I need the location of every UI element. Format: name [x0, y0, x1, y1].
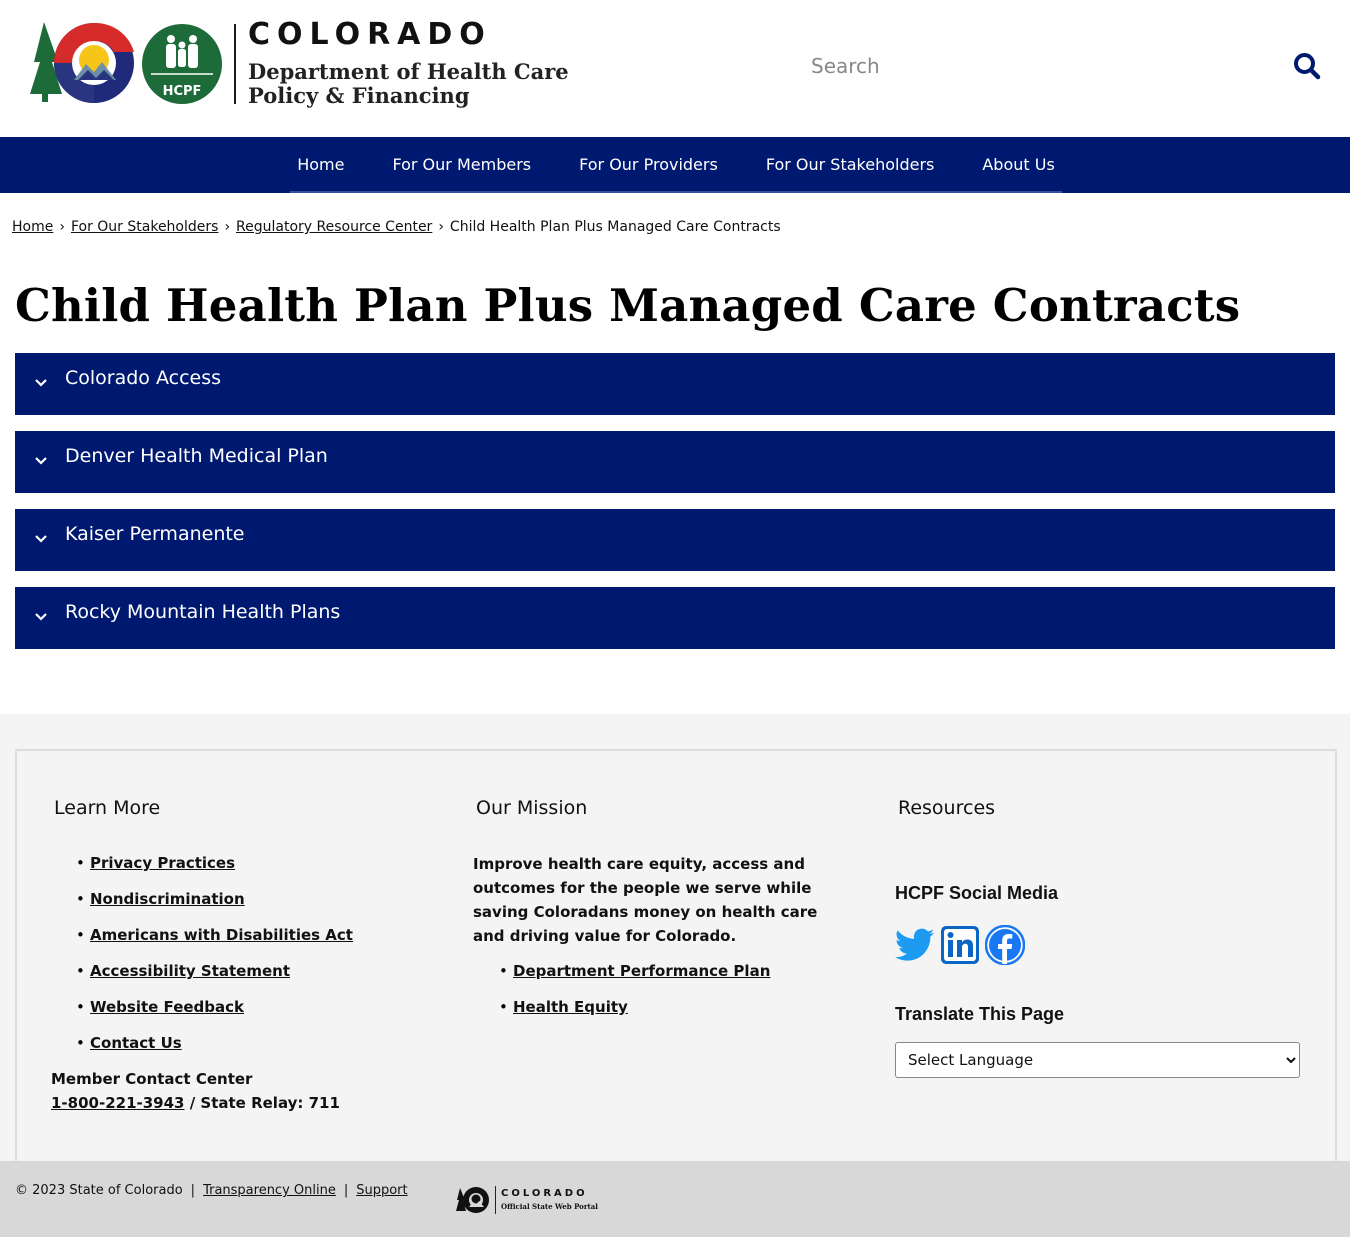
site-header: HCPF COLORADO Department of Health Care … — [0, 0, 1350, 137]
nav-item-stakeholders[interactable]: For Our Stakeholders — [742, 137, 959, 191]
bottom-bar — [0, 1161, 1350, 1237]
phone-link[interactable]: 1-800-221-3943 — [51, 1094, 184, 1112]
breadcrumb-link-home[interactable]: Home — [12, 219, 53, 235]
search-input[interactable] — [800, 44, 1282, 88]
resources-heading: Resources — [898, 797, 996, 819]
learn-more-heading: Learn More — [54, 797, 161, 819]
list-item: Health Equity — [499, 994, 770, 1030]
portal-state-name: COLORADO — [501, 1188, 588, 1199]
main-nav-items: Home For Our Members For Our Providers F… — [290, 137, 1062, 193]
page-title: Child Health Plan Plus Managed Care Cont… — [15, 279, 1241, 332]
link-contact-us[interactable]: Contact Us — [90, 1034, 182, 1052]
separator: | — [343, 1183, 349, 1198]
portal-subtitle: Official State Web Portal — [501, 1202, 598, 1211]
copyright-text: © 2023 State of Colorado — [15, 1183, 183, 1198]
breadcrumb-link-stakeholders[interactable]: For Our Stakeholders — [71, 219, 218, 235]
nav-item-home[interactable]: Home — [273, 137, 368, 191]
contact-phone-line: 1-800-221-3943 / State Relay: 711 — [51, 1091, 340, 1115]
accordion-label: Colorado Access — [65, 367, 222, 389]
list-item: Privacy Practices — [76, 850, 353, 886]
hcpf-logo-icon[interactable]: HCPF — [141, 23, 223, 105]
accordion-item-kaiser[interactable]: Kaiser Permanente — [15, 509, 1335, 571]
breadcrumb-separator: › — [224, 219, 231, 235]
chevron-down-icon — [35, 613, 47, 621]
breadcrumb-link-regulatory[interactable]: Regulatory Resource Center — [236, 219, 432, 235]
breadcrumb-current: Child Health Plan Plus Managed Care Cont… — [449, 219, 781, 235]
portal-divider — [495, 1186, 496, 1214]
search-icon — [1294, 52, 1321, 79]
nav-item-about[interactable]: About Us — [958, 137, 1078, 191]
nav-item-members[interactable]: For Our Members — [368, 137, 555, 191]
breadcrumb: Home › For Our Stakeholders › Regulatory Res… — [12, 219, 781, 235]
separator: | — [190, 1183, 196, 1198]
link-website-feedback[interactable]: Website Feedback — [90, 998, 244, 1016]
twitter-icon[interactable] — [895, 925, 935, 965]
learn-more-links: Privacy Practices Nondiscrimination Amer… — [76, 850, 353, 1066]
chevron-down-icon — [35, 379, 47, 387]
language-select[interactable]: Select Language — [895, 1042, 1300, 1078]
member-contact-center: Member Contact Center 1-800-221-3943 / S… — [51, 1067, 340, 1115]
state-portal-logo-icon[interactable] — [454, 1185, 490, 1215]
link-ada[interactable]: Americans with Disabilities Act — [90, 926, 353, 944]
accordion-item-colorado-access[interactable]: Colorado Access — [15, 353, 1335, 415]
list-item: Department Performance Plan — [499, 958, 770, 994]
main-nav: Home For Our Members For Our Providers F… — [0, 137, 1350, 193]
link-performance-plan[interactable]: Department Performance Plan — [513, 962, 770, 980]
chevron-down-icon — [35, 457, 47, 465]
accordion-label: Rocky Mountain Health Plans — [65, 601, 341, 623]
logo-divider — [234, 24, 236, 104]
mission-links: Department Performance Plan Health Equit… — [499, 958, 770, 1030]
list-item: Accessibility Statement — [76, 958, 353, 994]
list-item: Website Feedback — [76, 994, 353, 1030]
social-media-heading: HCPF Social Media — [895, 883, 1059, 903]
brand-dept-line-1: Department of Health Care — [248, 59, 569, 84]
brand-state-name: COLORADO — [248, 17, 492, 52]
list-item: Contact Us — [76, 1030, 353, 1066]
linkedin-icon[interactable] — [940, 925, 980, 965]
copyright-line: © 2023 State of Colorado | Transparency On… — [15, 1183, 408, 1198]
list-item: Americans with Disabilities Act — [76, 922, 353, 958]
contracts-accordion: Colorado Access Denver Health Medical Pl… — [15, 353, 1335, 665]
accordion-item-rocky-mountain[interactable]: Rocky Mountain Health Plans — [15, 587, 1335, 649]
link-transparency-online[interactable]: Transparency Online — [203, 1183, 336, 1198]
search-button[interactable] — [1290, 50, 1324, 84]
mission-statement: Improve health care equity, access and o… — [473, 855, 818, 945]
translate-heading: Translate This Page — [895, 1004, 1065, 1024]
link-support[interactable]: Support — [356, 1183, 407, 1198]
our-mission-heading: Our Mission — [476, 797, 588, 819]
link-nondiscrimination[interactable]: Nondiscrimination — [90, 890, 245, 908]
accordion-label: Kaiser Permanente — [65, 523, 245, 545]
chevron-down-icon — [35, 535, 47, 543]
breadcrumb-separator: › — [438, 219, 444, 235]
state-relay: / State Relay: 711 — [189, 1094, 340, 1112]
list-item: Nondiscrimination — [76, 886, 353, 922]
colorado-logo-icon[interactable] — [30, 22, 136, 106]
breadcrumb-separator: › — [59, 219, 65, 235]
nav-item-providers[interactable]: For Our Providers — [555, 137, 742, 191]
link-privacy-practices[interactable]: Privacy Practices — [90, 854, 235, 872]
accordion-label: Denver Health Medical Plan — [65, 445, 328, 467]
brand-department-name: Department of Health Care Policy & Finan… — [248, 60, 569, 108]
svg-text:HCPF: HCPF — [163, 84, 202, 99]
facebook-icon[interactable] — [985, 925, 1025, 965]
contact-label: Member Contact Center — [51, 1070, 253, 1088]
link-health-equity[interactable]: Health Equity — [513, 998, 628, 1016]
link-accessibility[interactable]: Accessibility Statement — [90, 962, 290, 980]
accordion-item-denver-health[interactable]: Denver Health Medical Plan — [15, 431, 1335, 493]
brand-dept-line-2: Policy & Financing — [248, 83, 470, 108]
